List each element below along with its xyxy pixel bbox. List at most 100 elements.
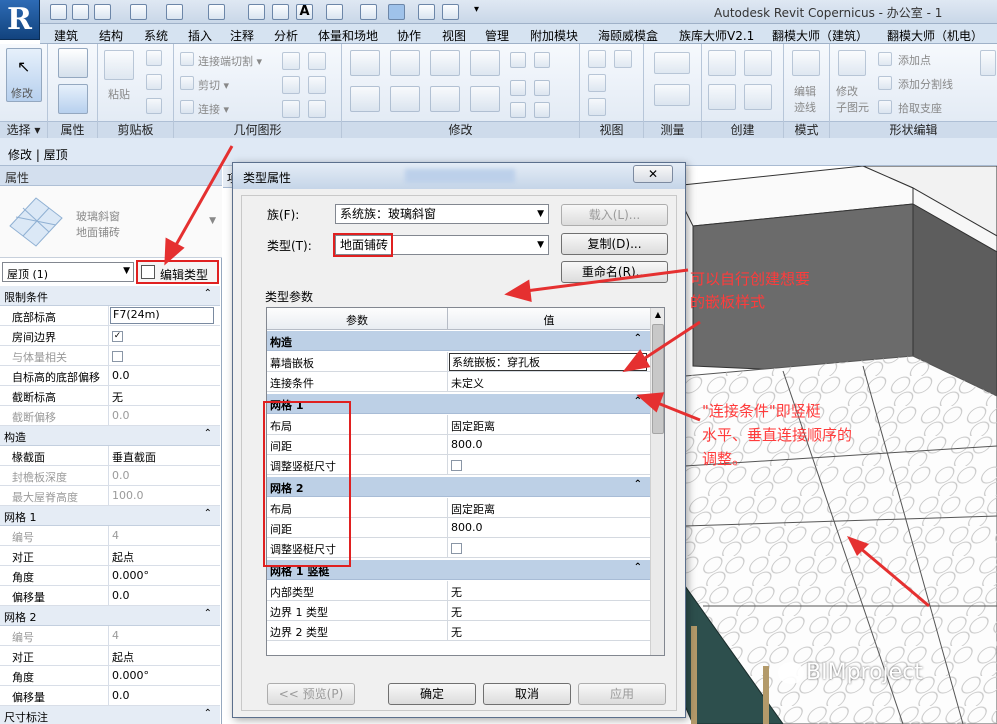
edit-boundary-label[interactable]: 编辑 迹线 [794,84,816,116]
parameter-row[interactable]: 内部类型 无 [267,581,650,601]
collapse-icon[interactable]: ⌃ [204,608,212,619]
thin-lines-icon[interactable] [388,4,405,20]
move-icon[interactable] [350,86,380,112]
type-selector-dropdown-icon[interactable]: ▼ [209,216,216,226]
parameter-checkbox[interactable] [451,541,462,554]
create-parts-icon[interactable] [744,50,772,76]
instance-filter-select[interactable]: 屋顶 (1) ▼ [2,262,134,282]
paste-icon[interactable] [104,50,134,80]
copy-element-icon[interactable] [390,86,420,112]
property-row[interactable]: 偏移量 0.0 [0,586,220,606]
tab-fanmo-arch[interactable]: 翻模大师（建筑） [772,27,868,44]
property-value[interactable]: 0.0 [112,589,130,602]
parameter-value[interactable]: 无 [451,624,462,640]
save-icon[interactable] [72,4,89,20]
add-point-label[interactable]: 添加点 [898,52,931,68]
close-hidden-icon[interactable] [418,4,435,20]
mirror-axis-icon[interactable] [430,50,460,76]
mirror-draw-icon[interactable] [470,50,500,76]
array-icon[interactable] [510,80,526,96]
properties-section[interactable]: 限制条件 ⌃ [0,286,220,306]
preview-button[interactable]: << 预览(P) [267,683,355,705]
sync-icon[interactable] [94,4,111,20]
property-value[interactable]: 0.0 [112,409,130,422]
collapse-icon[interactable]: ⌃ [204,708,212,719]
cancel-button[interactable]: 取消 [483,683,571,705]
property-row[interactable]: 对正 起点 [0,546,220,566]
3d-view-icon[interactable] [326,4,343,20]
type-selector[interactable]: 玻璃斜窗 地面铺砖 ▼ [0,186,222,258]
tab-systems[interactable]: 系统 [144,27,168,44]
tab-haiyiwei[interactable]: 海颐威模盒 [598,27,658,44]
property-row[interactable]: 最大屋脊高度 100.0 [0,486,220,506]
edit-boundary-icon[interactable] [792,50,820,76]
properties-section[interactable]: 网格 2 ⌃ [0,606,220,626]
parameter-value[interactable]: 固定距离 [451,418,495,434]
cut-geometry-icon[interactable] [180,76,194,90]
switch-windows-icon[interactable] [442,4,459,20]
parameter-row[interactable]: 边界 2 类型 无 [267,621,650,641]
property-value[interactable]: 起点 [112,649,134,665]
rotate-icon[interactable] [430,86,460,112]
collapse-icon[interactable]: ⌃ [204,288,212,299]
modify-sub-elements-icon[interactable] [838,50,866,76]
property-value[interactable]: 无 [112,389,123,405]
property-value[interactable]: 起点 [112,549,134,565]
join-cut-label[interactable]: 连接端切割 ▾ [198,53,262,69]
pick-support-label[interactable]: 拾取支座 [898,100,942,116]
tab-insert[interactable]: 插入 [188,27,212,44]
linework-icon[interactable] [588,74,606,92]
delete-icon[interactable] [534,102,550,118]
property-value[interactable]: 0.000° [112,669,149,682]
property-value[interactable]: 4 [112,629,119,642]
qat-dropdown-icon[interactable]: ▾ [474,4,491,20]
create-group-icon[interactable] [744,84,772,110]
property-row[interactable]: 角度 0.000° [0,566,220,586]
trim-extend-icon[interactable] [470,86,500,112]
tab-fanmo-mep[interactable]: 翻模大师（机电） [887,27,983,44]
collapse-icon[interactable]: ⌃ [204,428,212,439]
scale-icon[interactable] [534,80,550,96]
property-row[interactable]: 角度 0.000° [0,666,220,686]
property-row[interactable]: 椽截面 垂直截面 [0,446,220,466]
property-value[interactable]: 100.0 [112,489,144,502]
match-type-icon[interactable] [146,98,162,114]
tab-family-library[interactable]: 族库大师V2.1 [679,27,754,44]
scroll-up-icon[interactable]: ▲ [652,310,664,322]
property-row[interactable]: 自标高的底部偏移 0.0 [0,366,220,386]
parameter-value[interactable]: 固定距离 [451,501,495,517]
properties-palette-icon[interactable] [58,84,88,114]
override-icon[interactable] [614,50,632,68]
property-row[interactable]: 封檐板深度 0.0 [0,466,220,486]
offset-icon[interactable] [390,50,420,76]
redo-icon[interactable] [166,4,183,20]
parameter-row[interactable]: 幕墙嵌板 系统嵌板：穿孔板 [267,352,650,372]
cut-label[interactable]: 剪切 ▾ [198,77,229,93]
add-point-icon[interactable] [878,52,892,66]
add-split-line-icon[interactable] [878,76,892,90]
tab-manage[interactable]: 管理 [485,27,509,44]
property-row[interactable]: 与体量相关 [0,346,220,366]
modify-button[interactable]: ↖ 修改 [6,48,42,102]
panel-select-label[interactable]: 选择 ▾ [0,121,47,138]
unpin-icon[interactable] [510,102,526,118]
parameter-row[interactable]: 边界 1 类型 无 [267,601,650,621]
create-similar-icon[interactable] [708,84,736,110]
grid-scrollbar[interactable]: ▲ [650,308,664,655]
text-icon[interactable]: A [296,4,313,20]
parameter-value[interactable]: 无 [451,604,462,620]
measure-tool-icon[interactable] [654,52,690,74]
scroll-thumb[interactable] [652,324,664,434]
split-element-icon[interactable] [510,52,526,68]
property-checkbox[interactable]: ✓ [112,329,123,342]
section-icon[interactable] [360,4,377,20]
join-geometry-icon[interactable] [180,100,194,114]
join-cut-icon[interactable] [180,52,194,66]
align-icon[interactable] [350,50,380,76]
property-row[interactable]: 编号 4 [0,626,220,646]
collapse-icon[interactable]: ⌃ [634,562,642,573]
copy-icon[interactable] [146,74,162,90]
parameter-checkbox[interactable] [451,458,462,471]
tab-annotate[interactable]: 注释 [230,27,254,44]
property-value[interactable]: 4 [112,529,119,542]
